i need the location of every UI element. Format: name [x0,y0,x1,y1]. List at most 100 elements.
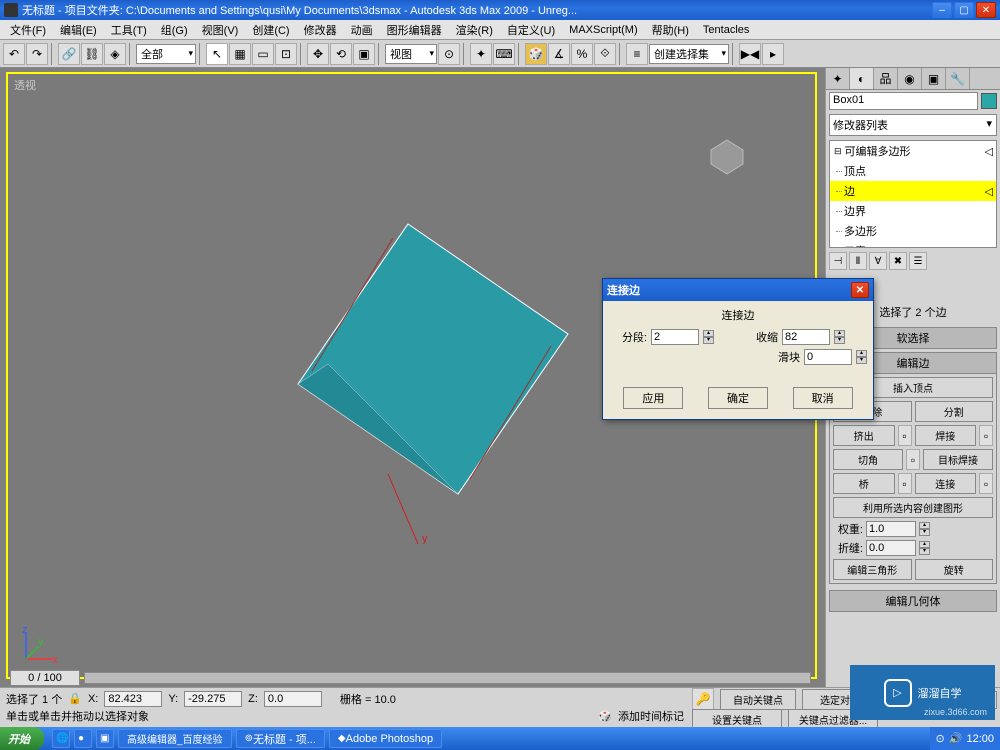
ok-button[interactable]: 确定 [708,387,768,409]
extrude-button[interactable]: 挤出 [833,425,895,446]
menu-tentacles[interactable]: Tentacles [697,22,755,38]
more-icon[interactable]: ▸ [762,43,784,65]
percent-snap-icon[interactable]: % [571,43,593,65]
weight-input[interactable] [866,521,916,537]
stack-border[interactable]: 边界 [830,201,996,221]
menu-edit[interactable]: 编辑(E) [54,20,103,40]
unlink-icon[interactable]: ⛓ [81,43,103,65]
object-name-input[interactable]: Box01 [829,92,978,110]
extrude-settings-icon[interactable]: ▫ [898,425,912,446]
segments-input[interactable] [651,329,699,345]
spin-up-icon[interactable]: ▴ [703,330,714,337]
cube-icon[interactable]: 🎲 [598,710,612,723]
remove-mod-icon[interactable]: ✖ [889,252,907,270]
select-manip-icon[interactable]: ✦ [470,43,492,65]
spinner-snap-icon[interactable]: ⟐ [594,43,616,65]
auto-key-button[interactable]: 自动关键点 [720,689,796,710]
menu-customize[interactable]: 自定义(U) [501,20,561,40]
stack-element[interactable]: 元素 [830,241,996,248]
utilities-tab-icon[interactable]: 🔧 [946,68,970,89]
crease-input[interactable] [866,540,916,556]
pinch-input[interactable] [782,329,830,345]
create-tab-icon[interactable]: ✦ [826,68,850,89]
split-button[interactable]: 分割 [915,401,994,422]
menu-help[interactable]: 帮助(H) [646,20,695,40]
scale-icon[interactable]: ▣ [353,43,375,65]
quick-launch-icon[interactable]: 🌐 [52,729,70,748]
stack-edge[interactable]: 边◁ [830,181,996,201]
dialog-close-button[interactable]: ✕ [851,282,869,298]
angle-snap-icon[interactable]: ∡ [548,43,570,65]
x-input[interactable] [104,691,162,707]
link-icon[interactable]: 🔗 [58,43,80,65]
apply-button[interactable]: 应用 [623,387,683,409]
maximize-button[interactable]: ▢ [954,2,974,18]
quick-launch-icon[interactable]: ▣ [96,729,114,748]
menu-create[interactable]: 创建(C) [246,20,295,40]
menu-view[interactable]: 视图(V) [196,20,245,40]
coord-system-dropdown[interactable]: 视图 [385,44,437,64]
connect-settings-icon[interactable]: ▫ [979,473,993,494]
taskbar-item[interactable]: ◆ Adobe Photoshop [329,729,442,748]
move-icon[interactable]: ✥ [307,43,329,65]
z-input[interactable] [264,691,322,707]
timeline[interactable]: 0 / 100 [10,669,815,687]
pivot-icon[interactable]: ⊙ [438,43,460,65]
key-icon[interactable]: 🔑 [692,688,714,710]
chamfer-settings-icon[interactable]: ▫ [906,449,920,470]
eye-icon[interactable]: ◁ [985,145,993,158]
hierarchy-tab-icon[interactable]: 品 [874,68,898,89]
named-selset-dropdown[interactable]: 创建选择集 [649,44,729,64]
modify-tab-icon[interactable]: ◐ [850,68,874,89]
select-rect-icon[interactable]: ▭ [252,43,274,65]
spin-down-icon[interactable]: ▾ [856,357,867,364]
window-crossing-icon[interactable]: ⊡ [275,43,297,65]
cancel-button[interactable]: 取消 [793,387,853,409]
taskbar-item[interactable]: 高级编辑器_百度经验 [118,729,232,748]
bridge-button[interactable]: 桥 [833,473,895,494]
start-button[interactable]: 开始 [0,727,44,750]
close-button[interactable]: ✕ [976,2,996,18]
rotate-icon[interactable]: ⟲ [330,43,352,65]
taskbar-item[interactable]: ⊚ 无标题 - 项... [236,729,325,748]
menu-animation[interactable]: 动画 [345,20,379,40]
select-icon[interactable]: ↖ [206,43,228,65]
tray-icon[interactable]: ⊙ [936,732,945,745]
stack-vertex[interactable]: 顶点 [830,161,996,181]
menu-modifiers[interactable]: 修改器 [298,20,343,40]
weld-button[interactable]: 焊接 [915,425,977,446]
show-end-icon[interactable]: Ⅱ [849,252,867,270]
select-name-icon[interactable]: ▦ [229,43,251,65]
add-time-tag[interactable]: 添加时间标记 [618,708,684,724]
redo-icon[interactable]: ↷ [26,43,48,65]
stack-polygon[interactable]: 多边形 [830,221,996,241]
chamfer-button[interactable]: 切角 [833,449,903,470]
mirror-icon[interactable]: ▶◀ [739,43,761,65]
snap-icon[interactable]: 🎲 [525,43,547,65]
lock-icon[interactable]: 🔒 [68,692,82,705]
tray-icon[interactable]: 🔊 [949,732,963,745]
display-tab-icon[interactable]: ▣ [922,68,946,89]
configure-icon[interactable]: ☰ [909,252,927,270]
bind-icon[interactable]: ◈ [104,43,126,65]
edit-tri-button[interactable]: 编辑三角形 [833,559,912,580]
modifier-list-dropdown[interactable]: 修改器列表 [829,114,997,136]
undo-icon[interactable]: ↶ [3,43,25,65]
spin-up-icon[interactable]: ▴ [919,541,930,548]
spin-down-icon[interactable]: ▾ [919,548,930,555]
edit-geometry-rollout[interactable]: 编辑几何体 [829,590,997,612]
dialog-titlebar[interactable]: 连接边 ✕ [603,279,873,301]
motion-tab-icon[interactable]: ◉ [898,68,922,89]
y-input[interactable] [184,691,242,707]
viewcube-icon[interactable] [707,136,747,176]
spin-down-icon[interactable]: ▾ [919,529,930,536]
turn-button[interactable]: 旋转 [915,559,994,580]
bridge-settings-icon[interactable]: ▫ [898,473,912,494]
spin-up-icon[interactable]: ▴ [856,350,867,357]
keyboard-icon[interactable]: ⌨ [493,43,515,65]
menu-tools[interactable]: 工具(T) [105,20,153,40]
weld-settings-icon[interactable]: ▫ [979,425,993,446]
target-weld-button[interactable]: 目标焊接 [923,449,993,470]
menu-render[interactable]: 渲染(R) [450,20,499,40]
box-object[interactable]: y [288,214,588,544]
